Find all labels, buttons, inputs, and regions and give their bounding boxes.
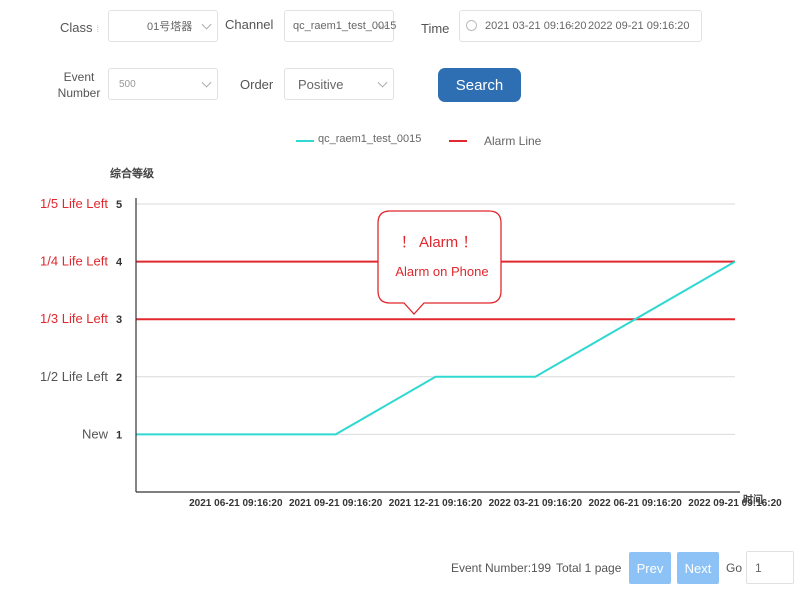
prev-button[interactable]: Prev bbox=[629, 552, 671, 584]
y-level-label: 1/2 Life Left bbox=[40, 369, 108, 384]
y-level-label: New bbox=[82, 426, 109, 441]
x-tick-label: 2021 12-21 09:16:20 bbox=[389, 498, 483, 509]
page-input[interactable] bbox=[746, 551, 794, 584]
x-axis-title: 时间 bbox=[743, 493, 763, 506]
x-tick-label: 2022 06-21 09:16:20 bbox=[588, 498, 682, 509]
total-pages-text: Total 1 page bbox=[556, 561, 622, 575]
event-count-text: Event Number:199 bbox=[451, 561, 552, 575]
x-tick-label: 2021 06-21 09:16:20 bbox=[189, 498, 283, 509]
callout-message: Alarm on Phone bbox=[395, 264, 488, 279]
x-tick-label: 2022 03-21 09:16:20 bbox=[489, 498, 583, 509]
y-level-label: 1/5 Life Left bbox=[40, 196, 108, 211]
go-label: Go bbox=[726, 561, 743, 575]
x-tick-label: 2021 09-21 09:16:20 bbox=[289, 498, 383, 509]
x-tick-label: 2022 09-21 09:16:20 bbox=[688, 498, 782, 509]
y-tick-label: 3 bbox=[116, 314, 122, 326]
y-tick-labels: 1 2 3 4 5 bbox=[116, 199, 123, 441]
y-level-label: 1/4 Life Left bbox=[40, 254, 108, 269]
alarm-callout: ！ Alarm ！ Alarm on Phone bbox=[377, 210, 502, 315]
y-level-label: 1/3 Life Left bbox=[40, 311, 108, 326]
callout-bubble bbox=[377, 210, 502, 315]
y-tick-label: 2 bbox=[116, 372, 122, 384]
next-button[interactable]: Next bbox=[677, 552, 719, 584]
callout-title: ！ Alarm ！ bbox=[401, 234, 478, 251]
chart: 1 2 3 4 5 1/5 Life Left 1/4 Life Left 1/3 Life… bbox=[40, 166, 782, 509]
y-tick-label: 5 bbox=[116, 199, 122, 211]
x-tick-labels: 2021 06-21 09:16:20 2021 09-21 09:16:20 20… bbox=[189, 498, 782, 509]
y-level-labels: 1/5 Life Left 1/4 Life Left 1/3 Life Left 1… bbox=[40, 196, 109, 441]
y-tick-label: 4 bbox=[116, 257, 123, 269]
y-tick-label: 1 bbox=[116, 429, 122, 441]
y-axis-title: 综合等级 bbox=[110, 166, 155, 180]
